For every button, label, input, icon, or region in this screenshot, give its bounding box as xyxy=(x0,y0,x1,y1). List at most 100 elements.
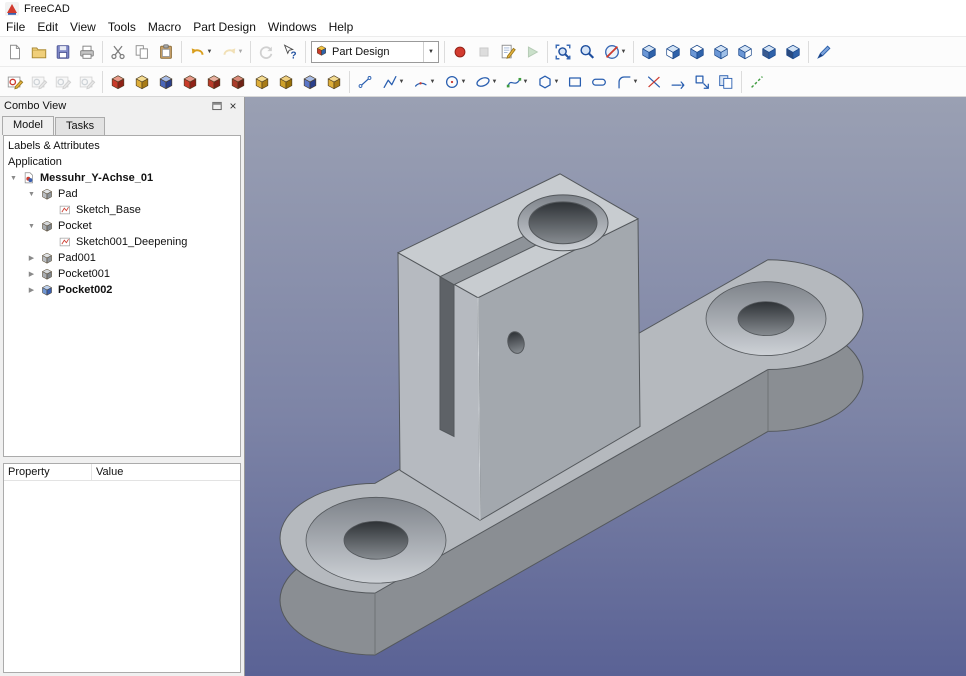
tree-item-pocket002[interactable]: ▶Pocket002 xyxy=(4,282,240,298)
toolbar-separator xyxy=(349,71,350,93)
measurepen-icon xyxy=(815,43,833,61)
tab-tasks[interactable]: Tasks xyxy=(55,117,105,135)
tree-item-pocket[interactable]: ▼Pocket xyxy=(4,218,240,234)
toolbar-separator xyxy=(808,41,809,63)
dropdown-arrow-icon: ▼ xyxy=(399,79,405,85)
menu-tools[interactable]: Tools xyxy=(102,19,142,35)
printer-icon xyxy=(78,43,96,61)
tab-model[interactable]: Model xyxy=(2,116,54,135)
external-geometry-tool-button[interactable] xyxy=(690,70,714,94)
tree-item-sketch-base[interactable]: Sketch_Base xyxy=(4,202,240,218)
3d-viewport[interactable] xyxy=(245,97,966,676)
workbench-selector[interactable]: Part Design▼ xyxy=(311,41,439,63)
expander-open-icon[interactable]: ▼ xyxy=(8,175,19,182)
carbon-copy-tool-button[interactable] xyxy=(714,70,738,94)
fillet-sketch-tool-button[interactable]: ▼ xyxy=(611,70,642,94)
base-hole-right[interactable] xyxy=(706,282,826,356)
tree-item-pad001[interactable]: ▶Pad001 xyxy=(4,250,240,266)
redo-button[interactable]: ▼ xyxy=(216,40,247,64)
pad-button[interactable] xyxy=(130,70,154,94)
new-document-button[interactable] xyxy=(3,40,27,64)
create-sketch-button[interactable] xyxy=(3,70,27,94)
menu-macro[interactable]: Macro xyxy=(142,19,187,35)
expander-closed-icon[interactable]: ▶ xyxy=(26,254,37,262)
tree-item-pad[interactable]: ▼Pad xyxy=(4,186,240,202)
bspline-tool-button[interactable]: ▼ xyxy=(501,70,532,94)
groove-button[interactable] xyxy=(226,70,250,94)
macro-play-button[interactable] xyxy=(520,40,544,64)
front-view-button[interactable] xyxy=(661,40,685,64)
copy-button[interactable] xyxy=(130,40,154,64)
close-panel-icon[interactable]: × xyxy=(226,99,240,113)
save-button[interactable] xyxy=(51,40,75,64)
top-view-button[interactable] xyxy=(685,40,709,64)
rear-view-button[interactable] xyxy=(733,40,757,64)
menu-view[interactable]: View xyxy=(64,19,102,35)
pad-icon xyxy=(40,251,54,265)
map-sketch-button[interactable] xyxy=(51,70,75,94)
create-body-button[interactable] xyxy=(106,70,130,94)
polyline-tool-button[interactable]: ▼ xyxy=(377,70,408,94)
cut-button[interactable] xyxy=(106,40,130,64)
solid-icon xyxy=(277,73,295,91)
fillet-button[interactable] xyxy=(250,70,274,94)
chevron-down-icon[interactable]: ▼ xyxy=(423,42,438,62)
expander-open-icon[interactable]: ▼ xyxy=(26,223,37,230)
measure-distance-button[interactable] xyxy=(812,40,836,64)
macro-stop-button[interactable] xyxy=(472,40,496,64)
validate-sketch-button[interactable] xyxy=(75,70,99,94)
menu-help[interactable]: Help xyxy=(323,19,360,35)
cube-icon xyxy=(736,43,754,61)
expander-closed-icon[interactable]: ▶ xyxy=(26,286,37,294)
chamfer-button[interactable] xyxy=(274,70,298,94)
tree-item-label: Sketch001_Deepening xyxy=(76,236,187,248)
linear-pattern-button[interactable] xyxy=(322,70,346,94)
menu-part-design[interactable]: Part Design xyxy=(187,19,262,35)
macro-record-button[interactable] xyxy=(448,40,472,64)
fit-all-button[interactable] xyxy=(551,40,575,64)
tree-item-application[interactable]: Application xyxy=(4,154,240,170)
left-view-button[interactable] xyxy=(781,40,805,64)
menu-edit[interactable]: Edit xyxy=(31,19,64,35)
expander-open-icon[interactable]: ▼ xyxy=(26,191,37,198)
conic-tool-button[interactable]: ▼ xyxy=(470,70,501,94)
open-document-button[interactable] xyxy=(27,40,51,64)
axonometric-view-button[interactable] xyxy=(637,40,661,64)
refresh-button[interactable] xyxy=(254,40,278,64)
undo-button[interactable]: ▼ xyxy=(185,40,216,64)
extend-tool-button[interactable] xyxy=(666,70,690,94)
viewport-canvas[interactable] xyxy=(245,97,966,676)
draw-style-button[interactable]: ▼ xyxy=(599,40,630,64)
bottom-view-button[interactable] xyxy=(757,40,781,64)
circle-tool-button[interactable]: ▼ xyxy=(439,70,470,94)
mirrored-button[interactable] xyxy=(298,70,322,94)
dropdown-arrow-icon: ▼ xyxy=(207,49,213,55)
tree-item-pocket001[interactable]: ▶Pocket001 xyxy=(4,266,240,282)
pocket-button[interactable] xyxy=(178,70,202,94)
right-view-button[interactable] xyxy=(709,40,733,64)
trim-tool-button[interactable] xyxy=(642,70,666,94)
pad-icon xyxy=(40,187,55,202)
revolution-button[interactable] xyxy=(154,70,178,94)
polygon-tool-button[interactable]: ▼ xyxy=(532,70,563,94)
zoom-selection-button[interactable] xyxy=(575,40,599,64)
paste-button[interactable] xyxy=(154,40,178,64)
edit-sketch-button[interactable] xyxy=(27,70,51,94)
tree-item-messuhr-y-achse-01[interactable]: ▼Messuhr_Y-Achse_01 xyxy=(4,170,240,186)
hole-button[interactable] xyxy=(202,70,226,94)
print-button[interactable] xyxy=(75,40,99,64)
menu-windows[interactable]: Windows xyxy=(262,19,323,35)
slot-tool-button[interactable] xyxy=(587,70,611,94)
float-panel-icon[interactable] xyxy=(211,100,223,112)
macro-edit-button[interactable] xyxy=(496,40,520,64)
menu-file[interactable]: File xyxy=(0,19,31,35)
expander-closed-icon[interactable]: ▶ xyxy=(26,270,37,278)
toggle-construction-button[interactable] xyxy=(745,70,769,94)
rectangle-tool-button[interactable] xyxy=(563,70,587,94)
line-tool-button[interactable] xyxy=(353,70,377,94)
base-hole-left[interactable] xyxy=(306,497,446,583)
tree-item-sketch001-deepening[interactable]: Sketch001_Deepening xyxy=(4,234,240,250)
whats-this-button[interactable]: ? xyxy=(278,40,302,64)
dropdown-arrow-icon: ▼ xyxy=(461,79,467,85)
arc-tool-button[interactable]: ▼ xyxy=(408,70,439,94)
